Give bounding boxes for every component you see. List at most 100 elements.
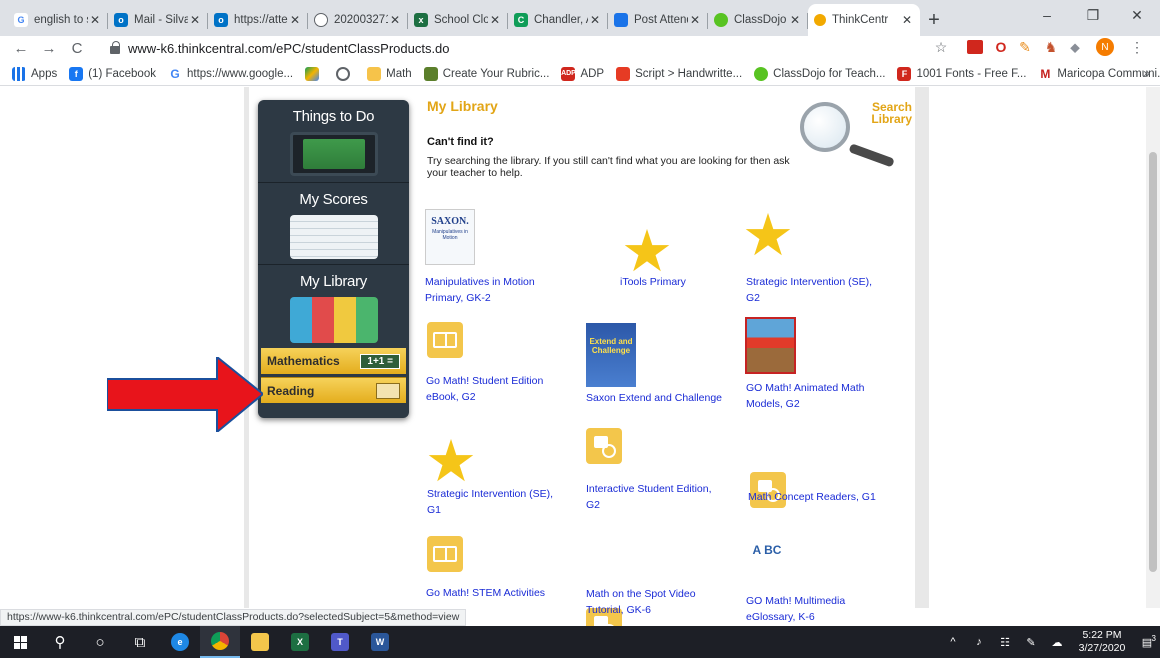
bookmark-1001fonts[interactable]: F 1001 Fonts - Free F... <box>897 66 1026 81</box>
bookmark-maricopa[interactable]: M Maricopa Communi... <box>1038 66 1160 81</box>
product-link[interactable]: Interactive Student Edition, G2 <box>586 481 726 513</box>
close-tab-icon[interactable]: ✕ <box>588 13 602 27</box>
product-link[interactable]: Go Math! Student Edition eBook, G2 <box>426 373 556 405</box>
star-icon[interactable]: ★ <box>425 433 477 491</box>
product-link[interactable]: Strategic Intervention (SE), G1 <box>427 486 567 518</box>
product-link[interactable]: Math Concept Readers, G1 <box>748 489 913 505</box>
bookmark-classdojo[interactable]: ClassDojo for Teach... <box>754 66 885 81</box>
browser-tab[interactable]: Genglish to s ✕ <box>8 4 108 36</box>
pen-icon[interactable]: ✎ <box>1018 636 1044 649</box>
product-link[interactable]: Math on the Spot Video Tutorial, GK-6 <box>586 586 706 618</box>
bookmark-star-icon[interactable]: ☆ <box>932 38 950 56</box>
close-tab-icon[interactable]: ✕ <box>288 13 302 27</box>
search-icon[interactable]: ⚲ <box>40 626 80 658</box>
excel-taskbar-icon[interactable]: X <box>280 626 320 658</box>
star-icon[interactable]: ★ <box>621 223 673 281</box>
extension-icon[interactable]: ✎ <box>1016 38 1034 56</box>
bookmark-script[interactable]: Script > Handwritte... <box>616 66 742 81</box>
maximize-button[interactable]: ❐ <box>1070 0 1116 30</box>
forward-button[interactable]: → <box>38 40 60 57</box>
browser-tab[interactable]: 202003271 ✕ <box>308 4 408 36</box>
saxon-cover-icon[interactable]: SAXON. Manipulatives in Motion <box>425 209 475 265</box>
back-button[interactable]: ← <box>10 40 32 57</box>
menu-icon[interactable]: ⋮ <box>1128 38 1146 56</box>
nav-my-library[interactable]: My Library <box>258 264 409 346</box>
taskbar-clock[interactable]: 5:22 PM 3/27/2020 <box>1070 629 1134 655</box>
extend-challenge-cover-icon[interactable]: Extend and Challenge <box>586 323 636 387</box>
tab-title: 202003271 <box>334 14 388 26</box>
scrollbar-thumb[interactable] <box>1149 152 1157 572</box>
onedrive-icon[interactable]: ☁ <box>1044 636 1070 649</box>
nav-my-scores[interactable]: My Scores <box>258 182 409 264</box>
cortana-icon[interactable]: ○ <box>80 626 120 658</box>
rubric-icon <box>423 66 438 81</box>
close-tab-icon[interactable]: ✕ <box>688 13 702 27</box>
close-window-button[interactable]: ✕ <box>1114 0 1160 30</box>
bookmark-chrome[interactable] <box>336 66 355 81</box>
nav-things-to-do[interactable]: Things to Do <box>258 100 409 182</box>
windows-start-icon[interactable] <box>0 626 40 658</box>
bookmark-rubric[interactable]: Create Your Rubric... <box>423 66 549 81</box>
script-icon <box>616 66 631 81</box>
close-tab-icon[interactable]: ✕ <box>788 13 802 27</box>
extension-icon[interactable]: ♞ <box>1042 38 1060 56</box>
close-tab-icon[interactable]: ✕ <box>488 13 502 27</box>
product-link[interactable]: Saxon Extend and Challenge <box>586 390 751 406</box>
opera-extension-icon[interactable]: O <box>992 38 1010 56</box>
close-tab-icon[interactable]: ✕ <box>188 13 202 27</box>
video-icon[interactable] <box>586 428 622 464</box>
profile-avatar[interactable]: N <box>1096 38 1114 56</box>
bookmark-adp[interactable]: ADP ADP <box>561 66 604 81</box>
curious-george-icon[interactable] <box>745 317 796 374</box>
page-scrollbar[interactable] <box>1146 87 1160 608</box>
address-bar[interactable]: www-k6.thinkcentral.com/ePC/studentClass… <box>110 37 960 59</box>
bookmark-google[interactable]: Ghttps://www.google... <box>167 66 293 81</box>
product-link[interactable]: GO Math! Multimedia eGlossary, K-6 <box>746 593 886 625</box>
ebook-icon[interactable] <box>427 322 463 358</box>
chrome-taskbar-icon[interactable] <box>200 626 240 658</box>
chevron-up-icon[interactable]: ^ <box>940 636 966 648</box>
star-icon[interactable]: ★ <box>742 207 794 265</box>
close-tab-icon[interactable]: ✕ <box>88 13 102 27</box>
bookmarks-overflow-button[interactable]: » <box>1143 66 1150 80</box>
file-explorer-icon[interactable] <box>240 626 280 658</box>
reload-button[interactable]: C <box>66 40 88 57</box>
ebook-icon[interactable] <box>427 536 463 572</box>
teams-taskbar-icon[interactable]: T <box>320 626 360 658</box>
notifications-icon[interactable]: ▤ 3 <box>1134 634 1160 649</box>
bookmark-apps[interactable]: Apps <box>12 66 57 81</box>
browser-tab[interactable]: o Mail - Silva, ✕ <box>108 4 208 36</box>
bookmark-drive[interactable] <box>305 66 324 81</box>
browser-tab[interactable]: o https://atte ✕ <box>208 4 308 36</box>
browser-tab-active[interactable]: ThinkCentr ✕ <box>808 4 920 36</box>
open-book-icon <box>376 382 400 399</box>
extension-icon[interactable] <box>966 38 984 56</box>
browser-tab[interactable]: x School Clos✕ <box>408 4 508 36</box>
product-link[interactable]: Strategic Intervention (SE), G2 <box>746 274 886 306</box>
extension-icon[interactable]: ⬥ <box>1066 38 1084 56</box>
volume-icon[interactable]: ♪ <box>966 636 992 648</box>
word-taskbar-icon[interactable]: W <box>360 626 400 658</box>
product-link[interactable]: Go Math! STEM Activities <box>426 585 591 601</box>
drive-icon <box>305 66 320 81</box>
close-tab-icon[interactable]: ✕ <box>900 13 914 27</box>
subject-mathematics[interactable]: Mathematics 1+1 = <box>261 348 406 374</box>
gmail-icon: M <box>1038 66 1053 81</box>
bookmark-facebook[interactable]: f (1) Facebook <box>69 66 156 81</box>
nav-label: My Library <box>299 273 367 290</box>
bookmark-folder-math[interactable]: Math <box>367 66 412 81</box>
browser-tab[interactable]: C Chandler, A ✕ <box>508 4 608 36</box>
apps-grid-icon <box>12 66 26 81</box>
product-link[interactable]: Manipulatives in Motion Primary, GK-2 <box>425 274 555 306</box>
subject-reading[interactable]: Reading <box>261 377 406 403</box>
browser-tab[interactable]: ClassDojo f ✕ <box>708 4 808 36</box>
new-tab-button[interactable]: + <box>920 4 948 36</box>
product-link[interactable]: GO Math! Animated Math Models, G2 <box>746 380 886 412</box>
task-view-icon[interactable]: ⧉ <box>120 626 160 658</box>
browser-tab[interactable]: Post Attend ✕ <box>608 4 708 36</box>
edge-icon[interactable]: e <box>160 626 200 658</box>
glossary-abc-icon[interactable]: A BC <box>752 544 782 580</box>
minimize-button[interactable]: – <box>1024 0 1070 30</box>
network-icon[interactable]: ☷ <box>992 636 1018 649</box>
close-tab-icon[interactable]: ✕ <box>388 13 402 27</box>
